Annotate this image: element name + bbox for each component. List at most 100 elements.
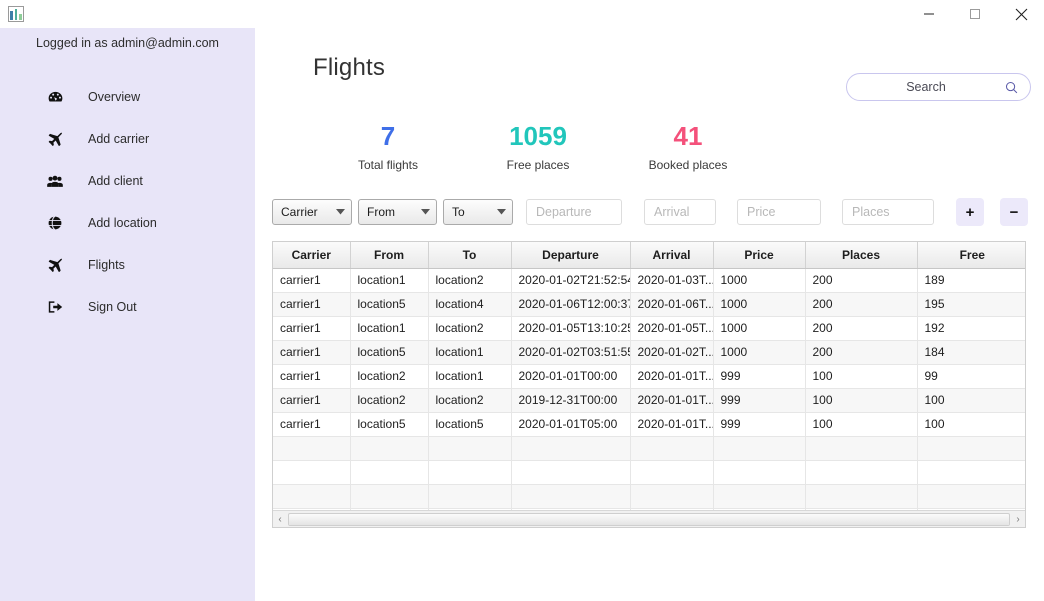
column-header-price[interactable]: Price: [713, 242, 806, 269]
cell-empty: [917, 460, 1025, 485]
column-header-places[interactable]: Places: [805, 242, 918, 269]
cell-free: 192: [917, 316, 1025, 341]
table-row-empty[interactable]: [273, 460, 1025, 485]
cell-empty: [630, 460, 714, 485]
stat-value: 41: [673, 121, 703, 151]
cell-carrier: carrier1: [273, 340, 351, 365]
column-header-carrier[interactable]: Carrier: [273, 242, 351, 269]
close-button[interactable]: [998, 0, 1044, 28]
carrier-select-label: Carrier: [281, 205, 318, 219]
cell-empty: [630, 436, 714, 461]
cell-arrival: 2020-01-06T...: [630, 292, 714, 317]
cell-empty: [805, 484, 918, 509]
cell-carrier: carrier1: [273, 388, 351, 413]
cell-to: location4: [428, 292, 512, 317]
stat-label: Total flights: [357, 158, 419, 172]
cell-arrival: 2020-01-01T...: [630, 364, 714, 389]
search-placeholder: Search: [906, 80, 946, 94]
column-header-from[interactable]: From: [350, 242, 429, 269]
sidebar-item-sign-out[interactable]: Sign Out: [0, 286, 255, 328]
remove-flight-button[interactable]: −: [1000, 198, 1028, 226]
cell-arrival: 2020-01-02T...: [630, 340, 714, 365]
table-row-empty[interactable]: [273, 436, 1025, 461]
table-row[interactable]: carrier1 location5 location1 2020-01-02T…: [273, 340, 1025, 365]
table-row[interactable]: carrier1 location2 location2 2019-12-31T…: [273, 388, 1025, 413]
add-flight-button[interactable]: +: [956, 198, 984, 226]
places-input[interactable]: Places: [842, 199, 934, 225]
scroll-right-arrow-icon[interactable]: ›: [1011, 512, 1025, 527]
plane-icon: [44, 131, 66, 147]
main-content: Flights Search 7 Total flights 1059 Free…: [255, 28, 1044, 601]
sidebar-item-label: Add location: [88, 216, 157, 230]
arrival-input[interactable]: Arrival: [644, 199, 716, 225]
cell-empty: [713, 460, 806, 485]
scroll-left-arrow-icon[interactable]: ‹: [273, 512, 287, 527]
table-row[interactable]: carrier1 location1 location2 2020-01-05T…: [273, 316, 1025, 341]
cell-free: 100: [917, 412, 1025, 437]
sidebar-item-label: Add carrier: [88, 132, 150, 146]
maximize-button[interactable]: [952, 0, 998, 28]
departure-input[interactable]: Departure: [526, 199, 622, 225]
to-select[interactable]: To: [443, 199, 513, 225]
cell-empty: [630, 484, 714, 509]
table-header-row: Carrier From To Departure Arrival Price …: [273, 242, 1025, 269]
cell-empty: [428, 460, 512, 485]
cell-empty: [917, 484, 1025, 509]
table-row[interactable]: carrier1 location5 location5 2020-01-01T…: [273, 412, 1025, 437]
sidebar-item-overview[interactable]: Overview: [0, 76, 255, 118]
column-header-to[interactable]: To: [428, 242, 512, 269]
cell-places: 100: [805, 364, 918, 389]
search-input[interactable]: Search: [846, 73, 1031, 101]
cell-empty: [805, 460, 918, 485]
table-row[interactable]: carrier1 location1 location2 2020-01-02T…: [273, 268, 1025, 293]
horizontal-scrollbar[interactable]: ‹ ›: [273, 510, 1025, 527]
stat-total-flights: 7 Total flights: [313, 120, 463, 172]
cell-places: 100: [805, 412, 918, 437]
application-window: Logged in as admin@admin.com Overview Ad…: [0, 0, 1044, 601]
cell-from: location5: [350, 292, 429, 317]
cell-free: 195: [917, 292, 1025, 317]
search-icon[interactable]: [1005, 81, 1018, 94]
cell-empty: [917, 436, 1025, 461]
sidebar-item-add-carrier[interactable]: Add carrier: [0, 118, 255, 160]
cell-empty: [350, 484, 429, 509]
minimize-button[interactable]: [906, 0, 952, 28]
column-header-free[interactable]: Free: [917, 242, 1025, 269]
table-row-empty[interactable]: [273, 484, 1025, 509]
cell-from: location1: [350, 316, 429, 341]
stats-row: 7 Total flights 1059 Free places 41 Book…: [313, 120, 763, 172]
cell-empty: [350, 460, 429, 485]
cell-carrier: carrier1: [273, 268, 351, 293]
table-row[interactable]: carrier1 location5 location4 2020-01-06T…: [273, 292, 1025, 317]
departure-placeholder: Departure: [536, 205, 592, 219]
from-select[interactable]: From: [358, 199, 437, 225]
cell-departure: 2020-01-02T21:52:54: [511, 268, 631, 293]
cell-from: location5: [350, 412, 429, 437]
scrollbar-thumb[interactable]: [289, 513, 1009, 525]
scrollbar-track[interactable]: [288, 512, 1010, 526]
stat-booked-places: 41 Booked places: [613, 120, 763, 172]
app-icon: [8, 6, 24, 22]
table-row[interactable]: carrier1 location2 location1 2020-01-01T…: [273, 364, 1025, 389]
sidebar: Logged in as admin@admin.com Overview Ad…: [0, 28, 255, 601]
cell-empty: [273, 436, 351, 461]
cell-arrival: 2020-01-03T...: [630, 268, 714, 293]
chevron-down-icon: [487, 209, 506, 215]
chevron-down-icon: [411, 209, 430, 215]
column-header-arrival[interactable]: Arrival: [630, 242, 714, 269]
price-input[interactable]: Price: [737, 199, 821, 225]
sidebar-item-add-client[interactable]: Add client: [0, 160, 255, 202]
sidebar-item-flights[interactable]: Flights: [0, 244, 255, 286]
cell-places: 100: [805, 388, 918, 413]
cell-places: 200: [805, 340, 918, 365]
stat-value: 1059: [509, 121, 567, 151]
sidebar-item-add-location[interactable]: Add location: [0, 202, 255, 244]
users-icon: [44, 175, 66, 188]
filter-bar: Carrier From To Departure Arrival Price …: [272, 198, 1028, 226]
cell-departure: 2019-12-31T00:00: [511, 388, 631, 413]
stat-value: 7: [380, 121, 396, 151]
column-header-departure[interactable]: Departure: [511, 242, 631, 269]
cell-to: location2: [428, 316, 512, 341]
carrier-select[interactable]: Carrier: [272, 199, 352, 225]
window-controls: [906, 0, 1044, 28]
